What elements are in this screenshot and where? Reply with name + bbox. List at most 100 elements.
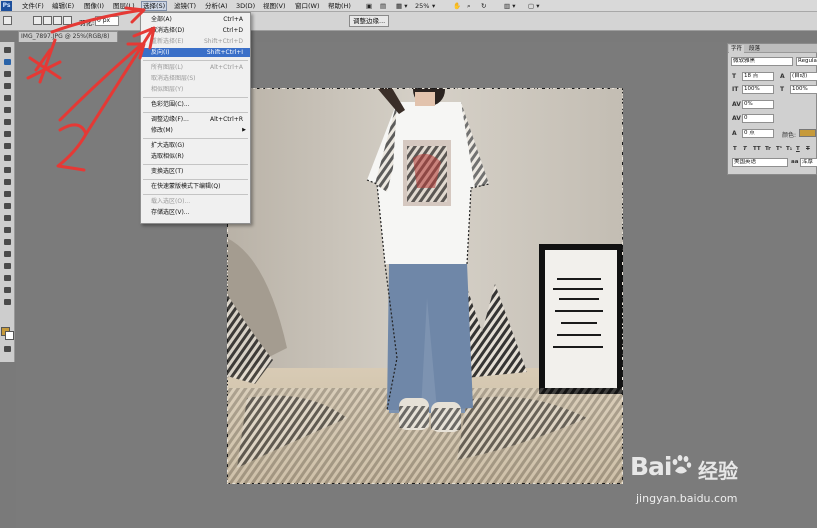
screen-mode-icon[interactable]: ▢ ▾ [528, 1, 539, 11]
refine-edge-button[interactable]: 调整边缘... [349, 15, 390, 27]
antialias-select[interactable]: 浑厚 [800, 158, 817, 167]
faux-bold-icon[interactable]: T [733, 146, 737, 152]
3d-orbit-tool-icon[interactable] [3, 274, 12, 282]
all-caps-icon[interactable]: TT [753, 146, 761, 152]
photo-illustration [227, 88, 623, 484]
menu-item-refine-edge[interactable]: 调整边缘(F)... Alt+Ctrl+R [141, 115, 250, 124]
menu-item-quick-mask[interactable]: 在快速蒙版模式下编辑(Q) [141, 182, 250, 191]
font-size-input[interactable]: 18 点 [742, 72, 774, 81]
menu-window[interactable]: 窗口(W) [295, 1, 320, 11]
vertical-scale-icon: IT [732, 86, 739, 93]
move-tool-icon[interactable] [3, 46, 12, 54]
superscript-icon[interactable]: T¹ [776, 146, 782, 152]
menu-item-all-layers[interactable]: 所有图层(L) Alt+Ctrl+A [141, 63, 250, 72]
menu-item-all[interactable]: 全部(A) Ctrl+A [141, 15, 250, 24]
blur-tool-icon[interactable] [3, 190, 12, 198]
quick-mask-icon[interactable] [3, 345, 12, 353]
document-canvas-image[interactable] [227, 88, 623, 484]
zoom-dropdown-icon[interactable]: ▾ [432, 1, 435, 11]
baseline-shift-input[interactable]: 0 点 [742, 129, 774, 138]
zoom-tool-icon[interactable] [3, 298, 12, 306]
small-caps-icon[interactable]: Tr [765, 146, 771, 152]
baseline-shift-icon: A [732, 130, 737, 137]
menu-select[interactable]: 选择(S) [141, 1, 168, 11]
feather-input[interactable]: 0 px [95, 16, 119, 26]
tracking-input[interactable]: 0% [742, 100, 774, 109]
menu-file[interactable]: 文件(F) [22, 1, 44, 11]
document-tab[interactable]: IMG_7897.JPG @ 25%(RGB/8) [18, 31, 118, 42]
menu-item-color-range[interactable]: 色彩范围(C)... [141, 100, 250, 109]
eyedropper-tool-icon[interactable] [3, 106, 12, 114]
hand-tool-icon[interactable] [3, 286, 12, 294]
brush-tool-icon[interactable] [3, 130, 12, 138]
menu-item-deselect-layers[interactable]: 取消选择图层(S) [141, 74, 250, 83]
dodge-tool-icon[interactable] [3, 202, 12, 210]
menu-item-deselect[interactable]: 取消选择(D) Ctrl+D [141, 26, 250, 35]
type-tool-icon[interactable] [3, 226, 12, 234]
background-color-swatch[interactable] [5, 331, 14, 340]
menu-item-save-selection[interactable]: 存储选区(V)... [141, 208, 250, 217]
gradient-tool-icon[interactable] [3, 178, 12, 186]
menu-item-grow[interactable]: 扩大选取(G) [141, 141, 250, 150]
zoom-icon[interactable]: ⌕ [467, 1, 471, 11]
hand-icon[interactable]: ✋ [453, 1, 461, 11]
tab-character[interactable]: 字符 [729, 45, 745, 53]
menu-filter[interactable]: 滤镜(T) [174, 1, 196, 11]
history-brush-tool-icon[interactable] [3, 154, 12, 162]
watermark-url: jingyan.baidu.com [636, 492, 738, 505]
marquee-tool-preset-icon[interactable] [3, 16, 12, 25]
font-style-select[interactable]: Regular [796, 57, 817, 66]
watermark-brand-cn: 经验 [698, 459, 738, 483]
font-family-select[interactable]: 微软雅黑 [731, 57, 793, 66]
strikethrough-icon[interactable]: T [806, 146, 810, 152]
rotate-view-icon[interactable]: ↻ [481, 1, 486, 11]
subscript-icon[interactable]: T₁ [786, 146, 792, 152]
extras-icon[interactable]: ▦ ▾ [396, 1, 407, 11]
menu-help[interactable]: 帮助(H) [328, 1, 351, 11]
menu-item-inverse[interactable]: 反向(I) Shift+Ctrl+I [141, 48, 250, 57]
subtract-selection-icon[interactable] [53, 16, 62, 25]
leading-input[interactable]: (自动) [790, 72, 817, 81]
pen-tool-icon[interactable] [3, 214, 12, 222]
kerning-input[interactable]: 0 [742, 114, 774, 123]
3d-rotate-tool-icon[interactable] [3, 262, 12, 270]
launch-bridge-icon[interactable]: ▣ [366, 1, 372, 11]
menu-item-similar-layers[interactable]: 相似图层(Y) [141, 85, 250, 94]
menu-item-modify[interactable]: 修改(M) ▶ [141, 126, 250, 135]
menu-item-load-selection[interactable]: 载入选区(O)... [141, 197, 250, 206]
zoom-level[interactable]: 25% [415, 1, 429, 11]
text-color-swatch[interactable] [799, 129, 816, 137]
language-select[interactable]: 美国英语 [732, 158, 788, 167]
kerning-icon: AV [732, 115, 741, 122]
shape-tool-icon[interactable] [3, 250, 12, 258]
new-selection-icon[interactable] [33, 16, 42, 25]
minibridge-icon[interactable]: ▤ [380, 1, 386, 11]
add-selection-icon[interactable] [43, 16, 52, 25]
underline-icon[interactable]: T [796, 146, 800, 152]
menu-item-similar[interactable]: 选取相似(R) [141, 152, 250, 161]
menu-item-transform-selection[interactable]: 变换选区(T) [141, 167, 250, 176]
menu-separator [143, 164, 248, 165]
menu-view[interactable]: 视图(V) [263, 1, 286, 11]
vertical-scale-input[interactable]: 100% [742, 85, 774, 94]
menu-analysis[interactable]: 分析(A) [205, 1, 228, 11]
path-selection-tool-icon[interactable] [3, 238, 12, 246]
tab-paragraph[interactable]: 段落 [747, 45, 762, 53]
feather-label: 羽化: [79, 19, 95, 27]
horizontal-scale-input[interactable]: 100% [790, 85, 817, 94]
lasso-tool-icon[interactable] [3, 70, 12, 78]
healing-brush-tool-icon[interactable] [3, 118, 12, 126]
eraser-tool-icon[interactable] [3, 166, 12, 174]
quick-selection-tool-icon[interactable] [3, 82, 12, 90]
menu-item-reselect[interactable]: 重新选择(E) Shift+Ctrl+D [141, 37, 250, 46]
arrange-documents-icon[interactable]: ▥ ▾ [504, 1, 515, 11]
menu-3d[interactable]: 3D(D) [236, 1, 255, 11]
menu-edit[interactable]: 编辑(E) [52, 1, 74, 11]
clone-stamp-tool-icon[interactable] [3, 142, 12, 150]
faux-italic-icon[interactable]: T [743, 146, 747, 152]
menu-layer[interactable]: 图层(L) [113, 1, 135, 11]
menu-image[interactable]: 图像(I) [84, 1, 104, 11]
crop-tool-icon[interactable] [3, 94, 12, 102]
marquee-tool-icon[interactable] [3, 58, 12, 66]
intersect-selection-icon[interactable] [63, 16, 72, 25]
